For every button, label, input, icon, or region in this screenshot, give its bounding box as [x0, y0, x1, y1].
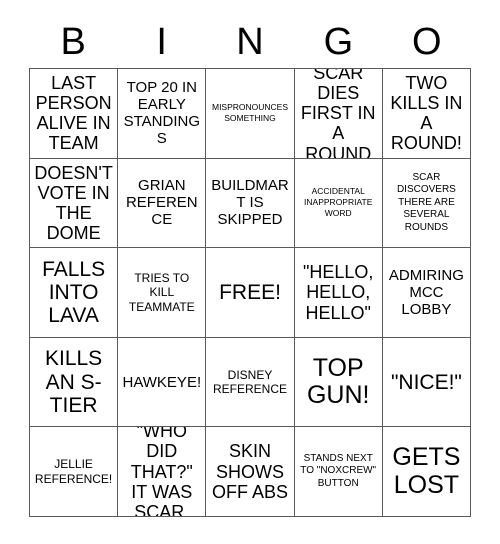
bingo-row: LAST PERSON ALIVE IN TEAM TOP 20 IN EARL… — [30, 69, 471, 159]
bingo-cell[interactable]: ACCIDENTAL INAPPROPRIATE WORD — [294, 158, 383, 248]
bingo-row: KILLS AN S-TIER HAWKEYE! DISNEY REFERENC… — [30, 337, 471, 428]
bingo-cell[interactable]: DOESN'T VOTE IN THE DOME — [30, 158, 119, 248]
bingo-cell-label: KILLS AN S-TIER — [44, 347, 103, 417]
bingo-card: B I N G O LAST PERSON ALIVE IN TEAM TOP … — [0, 0, 500, 544]
bingo-cell-label: "HELLO, HELLO, HELLO" — [303, 262, 374, 323]
bingo-cell-label: TRIES TO KILL TEAMMATE — [128, 270, 195, 314]
bingo-cell[interactable]: SCAR DIES FIRST IN A ROUND — [294, 69, 383, 158]
bingo-cell-label: LAST PERSON ALIVE IN TEAM — [35, 72, 112, 154]
bingo-cell-label: HAWKEYE! — [122, 373, 202, 391]
bingo-cell[interactable]: SKIN SHOWS OFF ABS — [206, 427, 295, 516]
bingo-cell[interactable]: GRIAN REFERENCE — [118, 158, 207, 248]
bingo-cell[interactable]: STANDS NEXT TO "NOXCREW" BUTTON — [294, 427, 383, 516]
bingo-header-row: B I N G O — [29, 18, 471, 66]
bingo-row: FALLS INTO LAVA TRIES TO KILL TEAMMATE F… — [30, 248, 471, 338]
bingo-grid: LAST PERSON ALIVE IN TEAM TOP 20 IN EARL… — [29, 68, 471, 517]
bingo-cell[interactable]: MISPRONOUNCES SOMETHING — [206, 69, 295, 158]
bingo-cell-label: GRIAN REFERENCE — [125, 177, 198, 229]
bingo-cell-label: SCAR DIES FIRST IN A ROUND — [300, 69, 376, 158]
bingo-cell[interactable]: TRIES TO KILL TEAMMATE — [118, 248, 207, 337]
bingo-cell[interactable]: DISNEY REFERENCE — [206, 337, 295, 427]
bingo-row: DOESN'T VOTE IN THE DOME GRIAN REFERENCE… — [30, 158, 471, 249]
bingo-cell[interactable]: "HELLO, HELLO, HELLO" — [294, 248, 383, 337]
bingo-cell-label: SKIN SHOWS OFF ABS — [211, 441, 289, 502]
bingo-cell[interactable]: TOP GUN! — [294, 337, 383, 427]
bingo-cell[interactable]: "NICE!" — [382, 337, 471, 427]
bingo-cell-label: SCAR DISCOVERS THERE ARE SEVERAL ROUNDS — [396, 171, 456, 233]
bingo-cell[interactable]: SCAR DISCOVERS THERE ARE SEVERAL ROUNDS — [382, 158, 471, 248]
bingo-header-letter-g: G — [323, 21, 354, 63]
bingo-cell-label: FALLS INTO LAVA — [42, 257, 106, 328]
bingo-cell[interactable]: BUILDMART IS SKIPPED — [206, 158, 295, 248]
bingo-cell-label: "NICE!" — [390, 370, 462, 394]
bingo-free-label: FREE! — [219, 280, 281, 304]
bingo-cell[interactable]: HAWKEYE! — [118, 337, 207, 427]
bingo-cell[interactable]: FALLS INTO LAVA — [30, 248, 119, 337]
bingo-cell[interactable]: TOP 20 IN EARLY STANDINGS — [118, 69, 207, 158]
bingo-cell-label: ACCIDENTAL INAPPROPRIATE WORD — [304, 186, 373, 219]
bingo-cell-label: "WHO DID THAT?" IT WAS SCAR. — [130, 427, 193, 516]
bingo-cell-label: STANDS NEXT TO "NOXCREW" BUTTON — [300, 452, 377, 489]
bingo-free-cell[interactable]: FREE! — [206, 248, 295, 337]
bingo-header-letter-o: O — [412, 21, 442, 63]
bingo-header-letter-b: B — [60, 21, 86, 63]
bingo-header-letter-i: I — [156, 21, 167, 63]
bingo-cell-label: JELLIE REFERENCE! — [34, 457, 113, 486]
bingo-cell[interactable]: LAST PERSON ALIVE IN TEAM — [30, 69, 119, 158]
bingo-cell[interactable]: JELLIE REFERENCE! — [30, 427, 119, 516]
bingo-cell[interactable]: KILLS AN S-TIER — [30, 337, 119, 427]
bingo-cell[interactable]: GETS LOST — [382, 427, 471, 516]
bingo-cell-label: TWO KILLS IN A ROUND! — [390, 72, 463, 154]
bingo-cell-label: ADMIRING MCC LOBBY — [388, 266, 464, 319]
bingo-cell-label: TOP 20 IN EARLY STANDINGS — [123, 79, 200, 148]
bingo-cell-label: TOP GUN! — [306, 353, 370, 410]
bingo-cell[interactable]: TWO KILLS IN A ROUND! — [382, 69, 471, 158]
bingo-header-letter-n: N — [236, 21, 264, 63]
bingo-row: JELLIE REFERENCE! "WHO DID THAT?" IT WAS… — [30, 427, 471, 516]
bingo-cell-label: DOESN'T VOTE IN THE DOME — [34, 162, 113, 244]
bingo-cell[interactable]: ADMIRING MCC LOBBY — [382, 248, 471, 337]
bingo-cell-label: GETS LOST — [392, 443, 461, 499]
bingo-cell[interactable]: "WHO DID THAT?" IT WAS SCAR. — [118, 427, 207, 516]
bingo-cell-label: MISPRONOUNCES SOMETHING — [211, 102, 289, 124]
bingo-cell-label: DISNEY REFERENCE — [213, 367, 288, 397]
bingo-cell-label: BUILDMART IS SKIPPED — [211, 177, 289, 229]
